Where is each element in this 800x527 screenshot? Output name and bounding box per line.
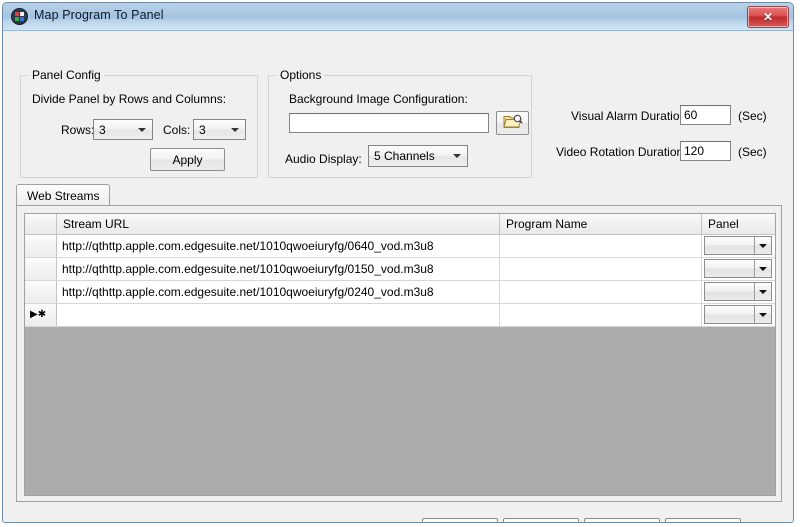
panel-config-title: Panel Config	[29, 68, 104, 82]
web-streams-grid[interactable]: Stream URL Program Name Panel http://qth…	[24, 213, 776, 496]
cell-panel[interactable]	[702, 258, 775, 280]
rows-value: 3	[99, 123, 106, 137]
tab-page-web-streams: Stream URL Program Name Panel http://qth…	[16, 205, 782, 502]
grid-header-rowselector	[25, 214, 57, 234]
app-palette-icon	[11, 8, 28, 25]
cell-program-name[interactable]	[500, 304, 702, 326]
dialog-client-area: Panel Config Divide Panel by Rows and Co…	[3, 31, 793, 523]
cell-stream-url[interactable]: http://qthttp.apple.com.edgesuite.net/10…	[57, 281, 500, 303]
visual-alarm-duration-unit: (Sec)	[738, 109, 767, 123]
row-marker[interactable]	[25, 258, 57, 280]
cell-program-name[interactable]	[500, 281, 702, 303]
background-image-input[interactable]	[289, 113, 489, 133]
options-title: Options	[277, 68, 324, 82]
panel-dropdown[interactable]	[704, 305, 772, 324]
audio-display-value: 5 Channels	[374, 149, 435, 163]
window-title: Map Program To Panel	[34, 8, 164, 22]
divide-panel-label: Divide Panel by Rows and Columns:	[32, 92, 226, 106]
grid-header-panel[interactable]: Panel	[702, 214, 775, 234]
apply-button[interactable]: Apply	[665, 518, 741, 523]
folder-search-icon	[503, 113, 523, 133]
row-marker[interactable]	[25, 235, 57, 257]
background-image-label: Background Image Configuration:	[289, 92, 468, 106]
tab-strip: Web Streams	[16, 184, 782, 206]
chevron-down-icon	[759, 244, 767, 248]
chevron-down-icon	[759, 290, 767, 294]
cols-value: 3	[199, 123, 206, 137]
cell-stream-url[interactable]	[57, 304, 500, 326]
title-bar: Map Program To Panel ✕	[3, 3, 793, 31]
table-row[interactable]: http://qthttp.apple.com.edgesuite.net/10…	[25, 281, 775, 304]
new-row-marker-label: ▶✱	[27, 310, 46, 320]
table-row[interactable]: http://qthttp.apple.com.edgesuite.net/10…	[25, 258, 775, 281]
audio-display-dropdown[interactable]: 5 Channels	[368, 145, 468, 167]
tab-web-streams[interactable]: Web Streams	[16, 184, 110, 206]
table-row[interactable]: http://qthttp.apple.com.edgesuite.net/10…	[25, 235, 775, 258]
chevron-down-icon	[231, 128, 239, 132]
rows-label: Rows:	[61, 123, 94, 137]
cols-label: Cols:	[163, 123, 190, 137]
cancel-button[interactable]: Cancel	[584, 518, 660, 523]
visual-alarm-duration-input[interactable]	[680, 105, 731, 125]
grid-header-row: Stream URL Program Name Panel	[25, 214, 775, 235]
chevron-down-icon	[759, 313, 767, 317]
panel-dropdown[interactable]	[704, 282, 772, 301]
cell-program-name[interactable]	[500, 258, 702, 280]
cell-program-name[interactable]	[500, 235, 702, 257]
browse-button[interactable]	[496, 111, 529, 135]
chevron-down-icon	[138, 128, 146, 132]
panel-apply-button[interactable]: Apply	[150, 148, 225, 171]
cell-panel[interactable]	[702, 281, 775, 303]
rows-dropdown[interactable]: 3	[93, 119, 153, 140]
cols-dropdown[interactable]: 3	[193, 119, 246, 140]
cell-panel[interactable]	[702, 304, 775, 326]
video-rotation-duration-unit: (Sec)	[738, 145, 767, 159]
row-marker[interactable]	[25, 281, 57, 303]
panel-dropdown[interactable]	[704, 259, 772, 278]
tab-web-streams-label: Web Streams	[27, 189, 99, 203]
panel-config-group: Panel Config Divide Panel by Rows and Co…	[20, 75, 258, 178]
close-icon: ✕	[748, 7, 788, 27]
table-row-new[interactable]: ▶✱	[25, 304, 775, 327]
auto-map-button[interactable]: Auto Map	[422, 518, 498, 523]
cell-stream-url[interactable]: http://qthttp.apple.com.edgesuite.net/10…	[57, 235, 500, 257]
ok-button[interactable]: OK	[503, 518, 579, 523]
dialog-window: Map Program To Panel ✕ Panel Config Divi…	[2, 2, 794, 523]
cell-panel[interactable]	[702, 235, 775, 257]
visual-alarm-duration-label: Visual Alarm Duration:	[571, 109, 690, 123]
audio-display-label: Audio Display:	[285, 152, 362, 166]
chevron-down-icon	[759, 267, 767, 271]
grid-header-stream-url[interactable]: Stream URL	[57, 214, 500, 234]
video-rotation-duration-label: Video Rotation Duration:	[556, 145, 687, 159]
cell-stream-url[interactable]: http://qthttp.apple.com.edgesuite.net/10…	[57, 258, 500, 280]
panel-dropdown[interactable]	[704, 236, 772, 255]
video-rotation-duration-input[interactable]	[680, 141, 731, 161]
close-button[interactable]: ✕	[747, 6, 789, 28]
grid-header-program-name[interactable]: Program Name	[500, 214, 702, 234]
chevron-down-icon	[453, 154, 461, 158]
new-row-marker[interactable]: ▶✱	[25, 304, 57, 326]
